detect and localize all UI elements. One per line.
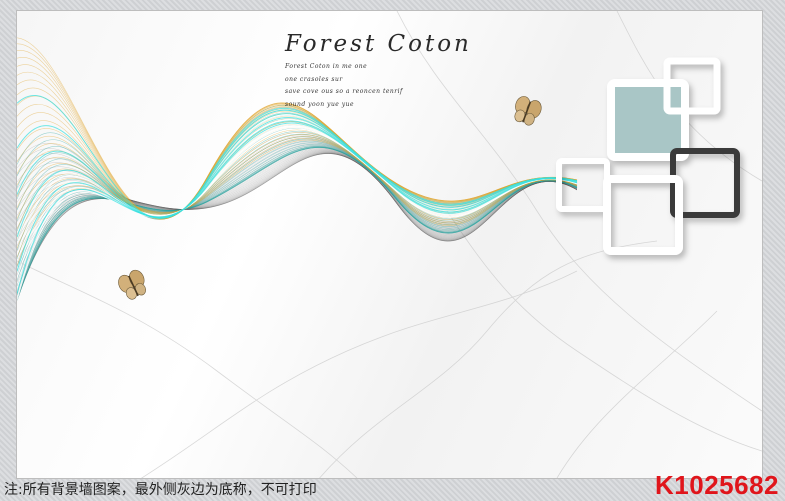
print-note: 注:所有背景墙图案，最外侧灰边为底称，不可打印: [4, 482, 317, 498]
poem-line: save cove ous so a reoncen tenrif: [285, 88, 403, 95]
poem-line: sound yoon yue yue: [285, 100, 355, 108]
ribbon-line: [17, 147, 578, 301]
butterfly-icon: [118, 269, 146, 300]
wallpaper-canvas: Forest Coton Forest Coton in me one one …: [16, 10, 763, 479]
artwork-title: Forest Coton: [285, 31, 472, 57]
ribbon-line: [17, 146, 578, 301]
ribbon-line: [17, 147, 578, 299]
poem-block: Forest Coton in me one one crasoles sur …: [285, 61, 403, 111]
ribbon-line: [17, 152, 578, 292]
poem-line: Forest Coton in me one: [285, 63, 368, 70]
ribbon-line: [17, 142, 578, 292]
ribbon-line: [17, 147, 578, 301]
ribbon-line: [17, 147, 578, 302]
product-code: K1025682: [655, 470, 779, 500]
ribbon-line: [17, 146, 578, 292]
ribbon-line: [17, 153, 578, 289]
butterfly-icon: [514, 96, 542, 126]
ribbon-line: [17, 152, 578, 294]
poem-line: one crasoles sur: [285, 75, 343, 83]
square-frames: [556, 57, 740, 255]
